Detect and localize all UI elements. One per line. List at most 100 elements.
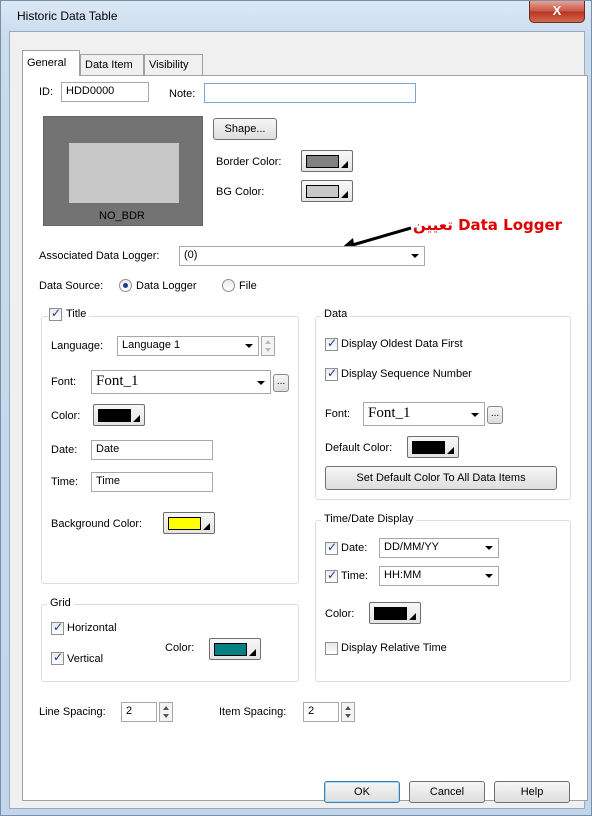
title-font-select[interactable]: Font_1 (91, 370, 271, 394)
data-group-label: Data (321, 308, 351, 320)
time-input[interactable]: Time (91, 472, 213, 492)
grid-color-label: Color: (165, 642, 195, 654)
oldest-first-checkbox[interactable] (325, 336, 338, 351)
cancel-button[interactable]: Cancel (409, 781, 485, 803)
title-font-value: Font_1 (96, 373, 139, 389)
chevron-down-icon (411, 254, 419, 258)
title-checkbox[interactable] (49, 306, 62, 321)
associated-logger-label: Associated Data Logger: (39, 250, 160, 262)
line-spacing-input[interactable]: 2 (121, 702, 157, 722)
time-date-color-picker[interactable] (369, 602, 421, 624)
language-value: Language 1 (122, 339, 181, 351)
associated-logger-value: (0) (184, 249, 198, 261)
date-label: Date: (51, 444, 78, 456)
dropdown-triangle-icon (133, 415, 140, 422)
chevron-down-icon (485, 546, 493, 550)
title-font-label: Font: (51, 376, 77, 388)
default-color-label: Default Color: (325, 442, 393, 454)
default-color-swatch (412, 441, 445, 454)
dialog-client: General Data Item Visibility ID: HDD0000… (9, 31, 588, 809)
data-font-label: Font: (325, 408, 351, 420)
time-format-select[interactable]: HH:MM (379, 566, 499, 586)
note-label: Note: (169, 88, 196, 100)
dropdown-triangle-icon (409, 613, 416, 620)
chevron-down-icon (245, 344, 253, 348)
background-color-picker[interactable] (163, 512, 215, 534)
relative-time-checkbox[interactable] (325, 642, 338, 655)
help-button[interactable]: Help (494, 781, 570, 803)
date-format-select[interactable]: DD/MM/YY (379, 538, 499, 558)
data-font-select[interactable]: Font_1 (363, 402, 485, 426)
oldest-first-label: Display Oldest Data First (341, 338, 463, 350)
set-default-color-button[interactable]: Set Default Color To All Data Items (325, 466, 557, 490)
title-color-label: Color: (51, 410, 81, 422)
dropdown-triangle-icon (447, 447, 454, 454)
title-color-picker[interactable] (93, 404, 145, 426)
id-label: ID: (39, 86, 54, 98)
shape-preview: NO_BDR (43, 116, 203, 226)
id-input[interactable]: HDD0000 (61, 82, 149, 102)
dropdown-triangle-icon (341, 191, 348, 198)
time-date-group-label: Time/Date Display (321, 513, 417, 525)
data-source-logger-label: Data Logger (136, 280, 197, 292)
shape-button[interactable]: Shape... (213, 118, 277, 140)
data-source-file-radio[interactable] (222, 279, 235, 292)
dropdown-triangle-icon (249, 649, 256, 656)
tab-visibility[interactable]: Visibility (144, 54, 203, 75)
dropdown-triangle-icon (203, 523, 210, 530)
relative-time-label: Display Relative Time (341, 642, 447, 654)
title-font-browse-button[interactable]: ... (273, 374, 289, 392)
title-bar: Historic Data Table X (1, 1, 591, 31)
time-date-color-label: Color: (325, 608, 355, 620)
date-input[interactable]: Date (91, 440, 213, 460)
tab-data-item[interactable]: Data Item (80, 54, 144, 75)
dialog-window: Historic Data Table X General Data Item … (0, 0, 592, 816)
grid-color-picker[interactable] (209, 638, 261, 660)
chevron-down-icon (257, 381, 265, 385)
item-spacing-input[interactable]: 2 (303, 702, 339, 722)
language-spinner[interactable] (261, 336, 275, 356)
associated-logger-select[interactable]: (0) (179, 246, 425, 266)
preview-label: NO_BDR (99, 210, 145, 222)
sequence-number-label: Display Sequence Number (341, 368, 472, 380)
border-color-swatch (306, 155, 339, 168)
date-display-checkbox[interactable] (325, 540, 338, 555)
dropdown-triangle-icon (341, 161, 348, 168)
preview-inner-shape (69, 143, 179, 203)
close-button[interactable]: X (529, 1, 585, 23)
chevron-down-icon (471, 413, 479, 417)
bg-color-picker[interactable] (301, 180, 353, 202)
time-label: Time: (51, 476, 79, 488)
grid-color-swatch (214, 643, 247, 656)
background-color-swatch (168, 517, 201, 530)
data-source-file-label: File (239, 280, 257, 292)
border-color-picker[interactable] (301, 150, 353, 172)
time-format-value: HH:MM (384, 569, 422, 581)
item-spacing-label: Item Spacing: (219, 706, 287, 718)
line-spacing-label: Line Spacing: (39, 706, 106, 718)
item-spacing-spinner[interactable] (341, 702, 355, 722)
horizontal-checkbox[interactable] (51, 620, 64, 635)
data-font-value: Font_1 (368, 405, 411, 421)
line-spacing-spinner[interactable] (159, 702, 173, 722)
background-color-label: Background Color: (51, 518, 143, 530)
default-color-picker[interactable] (407, 436, 459, 458)
window-title: Historic Data Table (17, 9, 118, 23)
time-date-color-swatch (374, 607, 407, 620)
bg-color-label: BG Color: (216, 186, 265, 198)
ok-button[interactable]: OK (324, 781, 400, 803)
date-format-value: DD/MM/YY (384, 541, 439, 553)
language-select[interactable]: Language 1 (117, 336, 259, 356)
annotation-text: تعيين Data Logger (413, 216, 563, 234)
border-color-label: Border Color: (216, 156, 282, 168)
vertical-checkbox[interactable] (51, 650, 64, 665)
time-display-checkbox[interactable] (325, 568, 338, 583)
sequence-number-checkbox[interactable] (325, 366, 338, 381)
data-source-logger-radio[interactable] (119, 279, 132, 292)
tab-general[interactable]: General (22, 50, 80, 76)
note-input[interactable] (204, 83, 416, 103)
grid-group-label: Grid (47, 597, 74, 609)
data-font-browse-button[interactable]: ... (487, 406, 503, 424)
general-tab-panel: ID: HDD0000 Note: NO_BDR Shape... Border… (22, 75, 588, 801)
title-color-swatch (98, 409, 131, 422)
